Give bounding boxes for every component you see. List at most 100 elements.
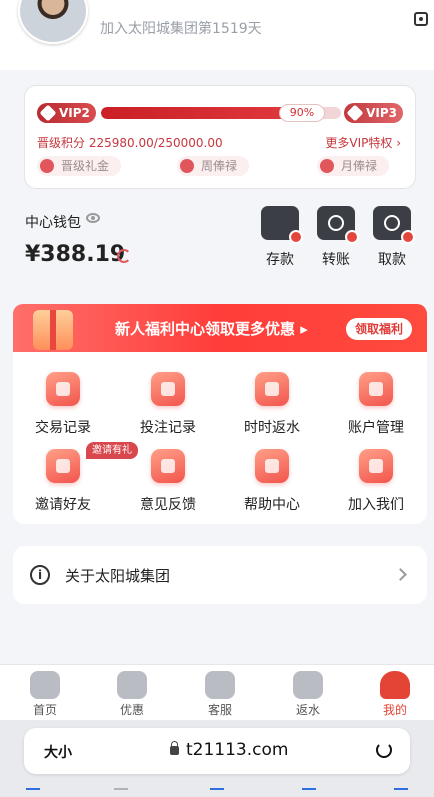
tab-label: 客服	[207, 703, 232, 717]
scan-icon[interactable]	[414, 12, 428, 26]
wallet-icon	[261, 206, 303, 244]
grid-item-account[interactable]: 账户管理	[326, 372, 426, 437]
percent-icon	[293, 671, 323, 699]
transactions-icon	[46, 372, 80, 406]
vip-gem-icon	[346, 104, 364, 122]
withdraw-icon	[373, 206, 415, 244]
tab-rebate[interactable]: 返水	[278, 671, 338, 718]
tabs-icon[interactable]	[394, 788, 408, 796]
feature-grid: 交易记录 投注记录 时时返水 账户管理 邀请好友 意见反馈 帮助中心 加入我们	[13, 352, 427, 524]
perk-promotion-bonus[interactable]: 晋级礼金	[37, 156, 122, 176]
grid-item-label: 加入我们	[348, 497, 404, 513]
transfer-icon	[317, 206, 359, 244]
withdraw-label: 取款	[378, 252, 406, 268]
withdraw-button[interactable]: 取款	[367, 206, 417, 269]
bet-records-icon	[151, 372, 185, 406]
info-icon: i	[30, 565, 50, 585]
browser-nav-row	[0, 788, 434, 797]
grid-item-label: 邀请好友	[35, 497, 91, 513]
transfer-button[interactable]: 转账	[311, 206, 361, 269]
welfare-banner[interactable]: 新人福利中心领取更多优惠 ▸ 领取福利	[13, 304, 427, 352]
deposit-button[interactable]: 存款	[255, 206, 305, 269]
avatar[interactable]	[18, 0, 88, 44]
grid-item-label: 投注记录	[140, 420, 196, 436]
share-icon[interactable]	[210, 788, 224, 796]
perk-label: 晋级礼金	[61, 159, 110, 173]
bookmarks-icon[interactable]	[302, 788, 316, 796]
about-row[interactable]: i 关于太阳城集团	[13, 546, 427, 604]
handshake-icon	[46, 449, 80, 483]
invite-gift-tag: 邀请有礼	[86, 442, 138, 459]
home-icon	[30, 671, 60, 699]
vip-gem-icon	[39, 104, 57, 122]
arrow-left-icon	[289, 230, 303, 244]
grid-item-bet-records[interactable]: 投注记录	[118, 372, 218, 437]
arrow-right-icon	[401, 230, 415, 244]
eye-icon[interactable]	[86, 213, 100, 223]
chevron-right-icon	[394, 568, 407, 581]
heart-icon	[320, 159, 334, 173]
browser-toolbar: 大小 t21113.com	[0, 720, 434, 797]
back-icon[interactable]	[26, 788, 40, 796]
heart-icon	[180, 159, 194, 173]
grid-item-label: 账户管理	[348, 420, 404, 436]
forward-icon[interactable]	[114, 788, 128, 796]
join-icon	[359, 449, 393, 483]
vip-next-label: VIP3	[366, 106, 397, 120]
claim-welfare-button[interactable]: 领取福利	[346, 318, 412, 340]
vip-current-label: VIP2	[59, 106, 90, 120]
tab-label: 首页	[32, 703, 57, 717]
headset-icon	[205, 671, 235, 699]
more-vip-link[interactable]: 更多VIP特权 ›	[325, 134, 401, 151]
tab-home[interactable]: 首页	[15, 671, 75, 718]
grid-item-rebate[interactable]: 时时返水	[222, 372, 322, 437]
perk-label: 周俸禄	[201, 159, 238, 173]
tab-mine[interactable]: 我的	[365, 671, 425, 718]
text-size-button[interactable]: 大小	[44, 742, 72, 762]
exchange-glyph	[328, 215, 344, 231]
gift-box-icon	[117, 671, 147, 699]
grid-item-help[interactable]: 帮助中心	[222, 449, 322, 514]
grid-item-label: 交易记录	[35, 420, 91, 436]
bottom-tab-bar: 首页 优惠 客服 返水 我的	[0, 664, 434, 720]
vip-card: VIP2 90% VIP3 晋级积分 225980.00/250000.00 更…	[24, 85, 416, 189]
tab-support[interactable]: 客服	[190, 671, 250, 718]
wallet-label: 中心钱包	[25, 215, 81, 231]
grid-item-transactions[interactable]: 交易记录	[13, 372, 113, 437]
tab-label: 我的	[382, 703, 407, 717]
profile-header: 加入太阳城集团第1519天	[0, 0, 434, 70]
grid-item-label: 时时返水	[244, 420, 300, 436]
url-text[interactable]: t21113.com	[186, 740, 288, 760]
vip-current-badge: VIP2	[37, 103, 96, 123]
perk-monthly-salary[interactable]: 月俸禄	[317, 156, 390, 176]
deposit-label: 存款	[266, 252, 294, 268]
user-icon	[380, 671, 410, 699]
grid-item-label: 帮助中心	[244, 497, 300, 513]
tab-promotions[interactable]: 优惠	[102, 671, 162, 718]
grid-item-label: 意见反馈	[140, 497, 196, 513]
perk-weekly-salary[interactable]: 周俸禄	[177, 156, 250, 176]
reload-icon[interactable]	[376, 742, 392, 758]
help-icon	[255, 449, 289, 483]
vip-next-badge: VIP3	[344, 103, 403, 123]
rebate-icon	[255, 372, 289, 406]
heart-icon	[40, 159, 54, 173]
account-icon	[359, 372, 393, 406]
feedback-icon	[151, 449, 185, 483]
address-bar[interactable]: 大小 t21113.com	[24, 728, 410, 774]
gift-icon	[33, 310, 73, 350]
vip-points-text: 晋级积分 225980.00/250000.00	[37, 136, 223, 150]
swap-icon	[345, 230, 359, 244]
about-label: 关于太阳城集团	[65, 567, 171, 585]
join-days-text: 加入太阳城集团第1519天	[100, 21, 262, 37]
tab-label: 返水	[295, 703, 320, 717]
banner-text: 新人福利中心领取更多优惠 ▸	[115, 320, 308, 338]
refresh-icon[interactable]	[117, 249, 131, 263]
tab-label: 优惠	[119, 703, 144, 717]
lock-icon	[170, 741, 179, 755]
yen-glyph	[384, 215, 400, 231]
transfer-label: 转账	[322, 252, 350, 268]
grid-item-feedback[interactable]: 意见反馈	[118, 449, 218, 514]
wallet-balance: ¥388.19	[25, 242, 126, 267]
grid-item-join-us[interactable]: 加入我们	[326, 449, 426, 514]
